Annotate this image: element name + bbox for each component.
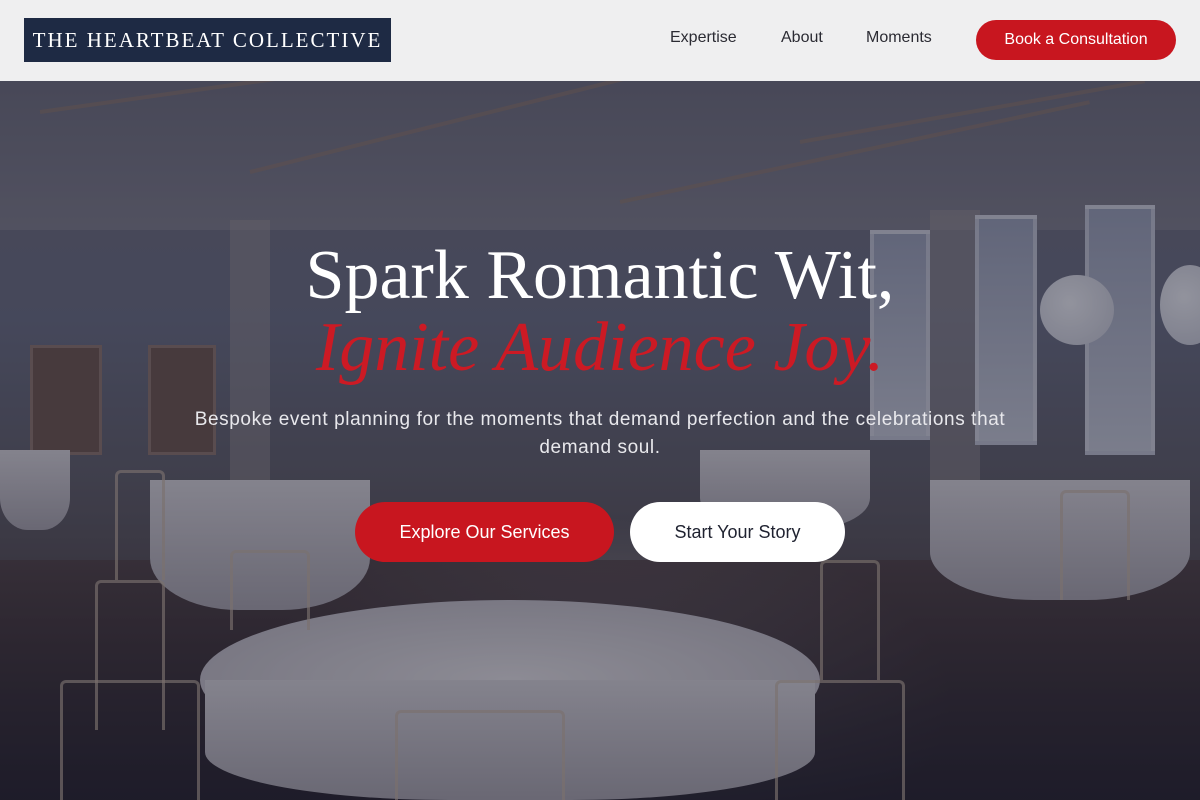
logo[interactable]: THE HEARTBEAT COLLECTIVE xyxy=(24,18,391,62)
explore-services-button[interactable]: Explore Our Services xyxy=(355,502,614,562)
nav-link-expertise[interactable]: Expertise xyxy=(670,29,737,47)
hero-title-line2: Ignite Audience Joy. xyxy=(315,309,885,386)
start-story-button[interactable]: Start Your Story xyxy=(630,502,845,562)
hero-title-line1: Spark Romantic Wit, xyxy=(305,237,895,314)
hero-subtitle: Bespoke event planning for the moments t… xyxy=(194,409,1006,458)
nav-link-moments[interactable]: Moments xyxy=(866,29,932,47)
book-consultation-button[interactable]: Book a Consultation xyxy=(976,20,1176,60)
nav-link-about[interactable]: About xyxy=(781,29,823,47)
site-header: THE HEARTBEAT COLLECTIVE Expertise About… xyxy=(0,0,1200,81)
hero-dark-overlay xyxy=(0,0,1200,800)
